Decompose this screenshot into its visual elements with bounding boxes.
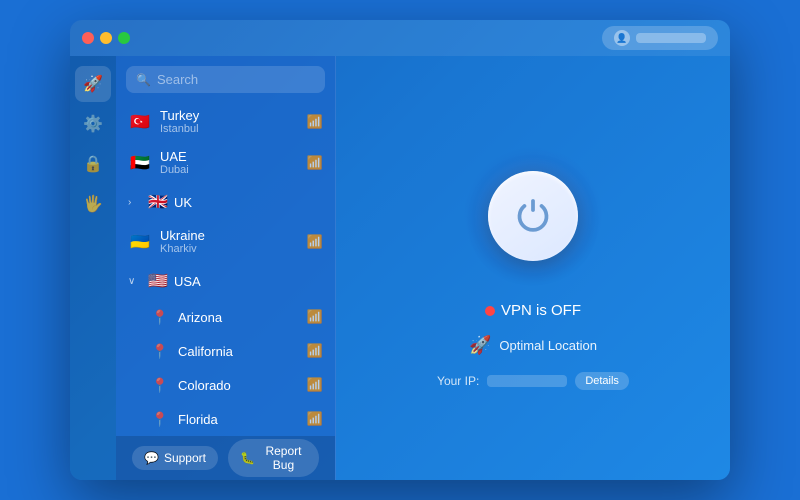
server-name-turkey: Turkey [160, 108, 299, 123]
server-item-uae[interactable]: 🇦🇪 UAE Dubai 📶 [120, 142, 331, 183]
details-button[interactable]: Details [575, 372, 629, 390]
sidebar-item-servers[interactable]: 🚀 [75, 66, 111, 102]
power-button[interactable] [488, 171, 578, 261]
city-name-arizona: Arizona [178, 310, 299, 325]
ip-row: Your IP: Details [437, 372, 629, 390]
flag-ukraine: 🇺🇦 [128, 230, 152, 254]
server-info-turkey: Turkey Istanbul [160, 108, 299, 135]
optimal-label: Optimal Location [499, 338, 597, 353]
close-button[interactable] [82, 32, 94, 44]
signal-icon-ukraine: 📶 [307, 234, 323, 250]
server-item-usa[interactable]: ∨ 🇺🇸 USA [120, 262, 331, 300]
bug-icon: 🐛 [240, 451, 255, 465]
ip-label: Your IP: [437, 374, 479, 388]
server-info-colorado: Colorado [178, 378, 299, 393]
server-info-usa: USA [174, 274, 323, 289]
search-box[interactable]: 🔍 [126, 66, 325, 93]
main-content: 🚀 ⚙️ 🔒 🖐 🔍 🇹🇷 Turkey Istanbul 📶 [70, 56, 730, 480]
server-panel: 🔍 🇹🇷 Turkey Istanbul 📶 🇦🇪 [116, 56, 336, 480]
sidebar-item-adblocker[interactable]: 🖐 [75, 186, 111, 222]
sidebar-item-privacy[interactable]: 🔒 [75, 146, 111, 182]
optimal-location[interactable]: 🚀 Optimal Location [469, 335, 597, 356]
chevron-uk: › [128, 197, 142, 208]
pin-icon-arizona: 📍 [150, 307, 170, 327]
signal-icon-florida: 📶 [307, 411, 323, 427]
signal-icon-uae: 📶 [307, 155, 323, 171]
server-city-ukraine: Kharkiv [160, 243, 299, 255]
server-info-uae: UAE Dubai [160, 149, 299, 176]
support-icon: 💬 [144, 451, 159, 465]
server-info-ukraine: Ukraine Kharkiv [160, 228, 299, 255]
server-item-turkey[interactable]: 🇹🇷 Turkey Istanbul 📶 [120, 101, 331, 142]
city-name-california: California [178, 344, 299, 359]
user-badge[interactable]: 👤 [602, 26, 718, 50]
report-bug-label: Report Bug [260, 444, 307, 472]
rocket-icon: 🚀 [469, 335, 491, 356]
bottom-bar: 💬 Support 🐛 Report Bug [116, 436, 335, 480]
support-label: Support [164, 451, 206, 465]
flag-turkey: 🇹🇷 [128, 110, 152, 134]
vpn-status-label: VPN is OFF [501, 302, 581, 319]
ip-masked [487, 375, 567, 387]
sub-item-florida[interactable]: 📍 Florida 📶 [120, 402, 331, 436]
power-icon [515, 198, 551, 234]
maximize-button[interactable] [118, 32, 130, 44]
minimize-button[interactable] [100, 32, 112, 44]
sub-item-colorado[interactable]: 📍 Colorado 📶 [120, 368, 331, 402]
server-city-uae: Dubai [160, 164, 299, 176]
user-icon: 👤 [614, 30, 630, 46]
search-input[interactable] [157, 72, 315, 87]
power-button-container [463, 146, 603, 286]
server-name-usa: USA [174, 274, 323, 289]
server-list: 🇹🇷 Turkey Istanbul 📶 🇦🇪 UAE Dubai 📶 [116, 101, 335, 436]
server-info-california: California [178, 344, 299, 359]
signal-icon-colorado: 📶 [307, 377, 323, 393]
chevron-usa: ∨ [128, 276, 142, 287]
flag-usa: 🇺🇸 [146, 269, 170, 293]
server-item-uk[interactable]: › 🇬🇧 UK [120, 183, 331, 221]
city-name-colorado: Colorado [178, 378, 299, 393]
signal-icon-turkey: 📶 [307, 114, 323, 130]
search-icon: 🔍 [136, 73, 151, 87]
vpn-status: VPN is OFF [485, 302, 581, 319]
signal-icon-arizona: 📶 [307, 309, 323, 325]
report-bug-button[interactable]: 🐛 Report Bug [228, 439, 319, 477]
signal-icon-california: 📶 [307, 343, 323, 359]
sidebar-item-settings[interactable]: ⚙️ [75, 106, 111, 142]
flag-uk: 🇬🇧 [146, 190, 170, 214]
support-button[interactable]: 💬 Support [132, 446, 218, 470]
server-name-uk: UK [174, 195, 323, 210]
pin-icon-california: 📍 [150, 341, 170, 361]
server-name-uae: UAE [160, 149, 299, 164]
server-info-uk: UK [174, 195, 323, 210]
server-city-turkey: Istanbul [160, 123, 299, 135]
user-name-masked [636, 33, 706, 43]
server-item-ukraine[interactable]: 🇺🇦 Ukraine Kharkiv 📶 [120, 221, 331, 262]
status-dot [485, 306, 495, 316]
sub-item-california[interactable]: 📍 California 📶 [120, 334, 331, 368]
right-panel: VPN is OFF 🚀 Optimal Location Your IP: D… [336, 56, 730, 480]
pin-icon-colorado: 📍 [150, 375, 170, 395]
city-name-florida: Florida [178, 412, 299, 427]
app-window: 👤 🚀 ⚙️ 🔒 🖐 🔍 🇹🇷 Turkey [70, 20, 730, 480]
title-bar: 👤 [70, 20, 730, 56]
pin-icon-florida: 📍 [150, 409, 170, 429]
server-info-arizona: Arizona [178, 310, 299, 325]
sidebar: 🚀 ⚙️ 🔒 🖐 [70, 56, 116, 480]
window-controls [82, 32, 130, 44]
sub-item-arizona[interactable]: 📍 Arizona 📶 [120, 300, 331, 334]
server-info-florida: Florida [178, 412, 299, 427]
flag-uae: 🇦🇪 [128, 151, 152, 175]
server-name-ukraine: Ukraine [160, 228, 299, 243]
